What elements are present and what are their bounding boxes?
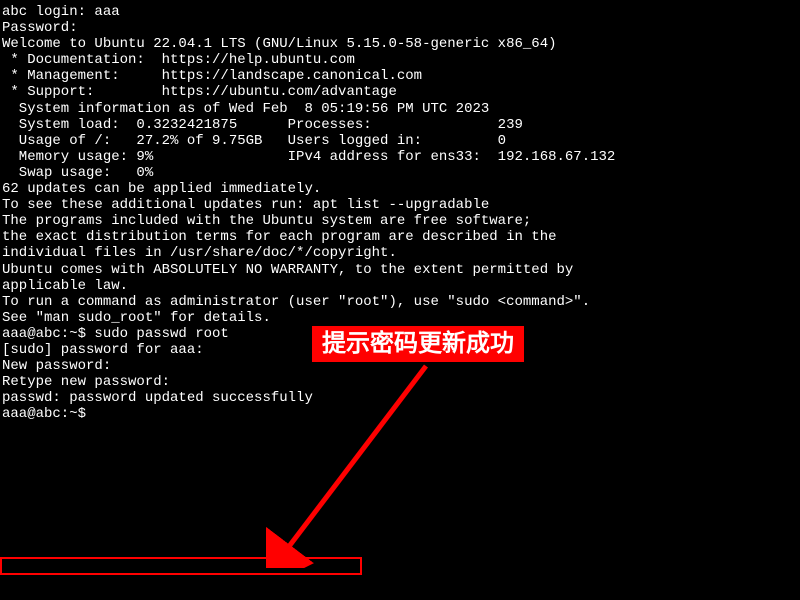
terminal-line: To see these additional updates run: apt… xyxy=(2,197,800,213)
terminal-line: To run a command as administrator (user … xyxy=(2,294,800,310)
annotation-callout: 提示密码更新成功 xyxy=(312,326,524,362)
terminal-line: System information as of Wed Feb 8 05:19… xyxy=(2,101,800,117)
terminal-line: * Documentation: https://help.ubuntu.com xyxy=(2,52,800,68)
terminal-line: individual files in /usr/share/doc/*/cop… xyxy=(2,245,800,261)
terminal-line: the exact distribution terms for each pr… xyxy=(2,229,800,245)
annotation-text: 提示密码更新成功 xyxy=(322,330,514,357)
terminal-prompt[interactable]: aaa@abc:~$ xyxy=(2,406,800,422)
terminal-line: * Support: https://ubuntu.com/advantage xyxy=(2,84,800,100)
terminal-line: Memory usage: 9% IPv4 address for ens33:… xyxy=(2,149,800,165)
terminal-line: * Management: https://landscape.canonica… xyxy=(2,68,800,84)
terminal-line: Swap usage: 0% xyxy=(2,165,800,181)
terminal-line: applicable law. xyxy=(2,278,800,294)
terminal-line: Welcome to Ubuntu 22.04.1 LTS (GNU/Linux… xyxy=(2,36,800,52)
terminal-line: Retype new password: xyxy=(2,374,800,390)
terminal-line: Usage of /: 27.2% of 9.75GB Users logged… xyxy=(2,133,800,149)
terminal-line: passwd: password updated successfully xyxy=(2,390,800,406)
terminal-line: Password: xyxy=(2,20,800,36)
terminal-line: The programs included with the Ubuntu sy… xyxy=(2,213,800,229)
annotation-highlight-box xyxy=(0,557,362,575)
terminal-line: abc login: aaa xyxy=(2,4,800,20)
terminal-line: See "man sudo_root" for details. xyxy=(2,310,800,326)
terminal-line: System load: 0.3232421875 Processes: 239 xyxy=(2,117,800,133)
terminal-line: Ubuntu comes with ABSOLUTELY NO WARRANTY… xyxy=(2,262,800,278)
terminal-line: 62 updates can be applied immediately. xyxy=(2,181,800,197)
